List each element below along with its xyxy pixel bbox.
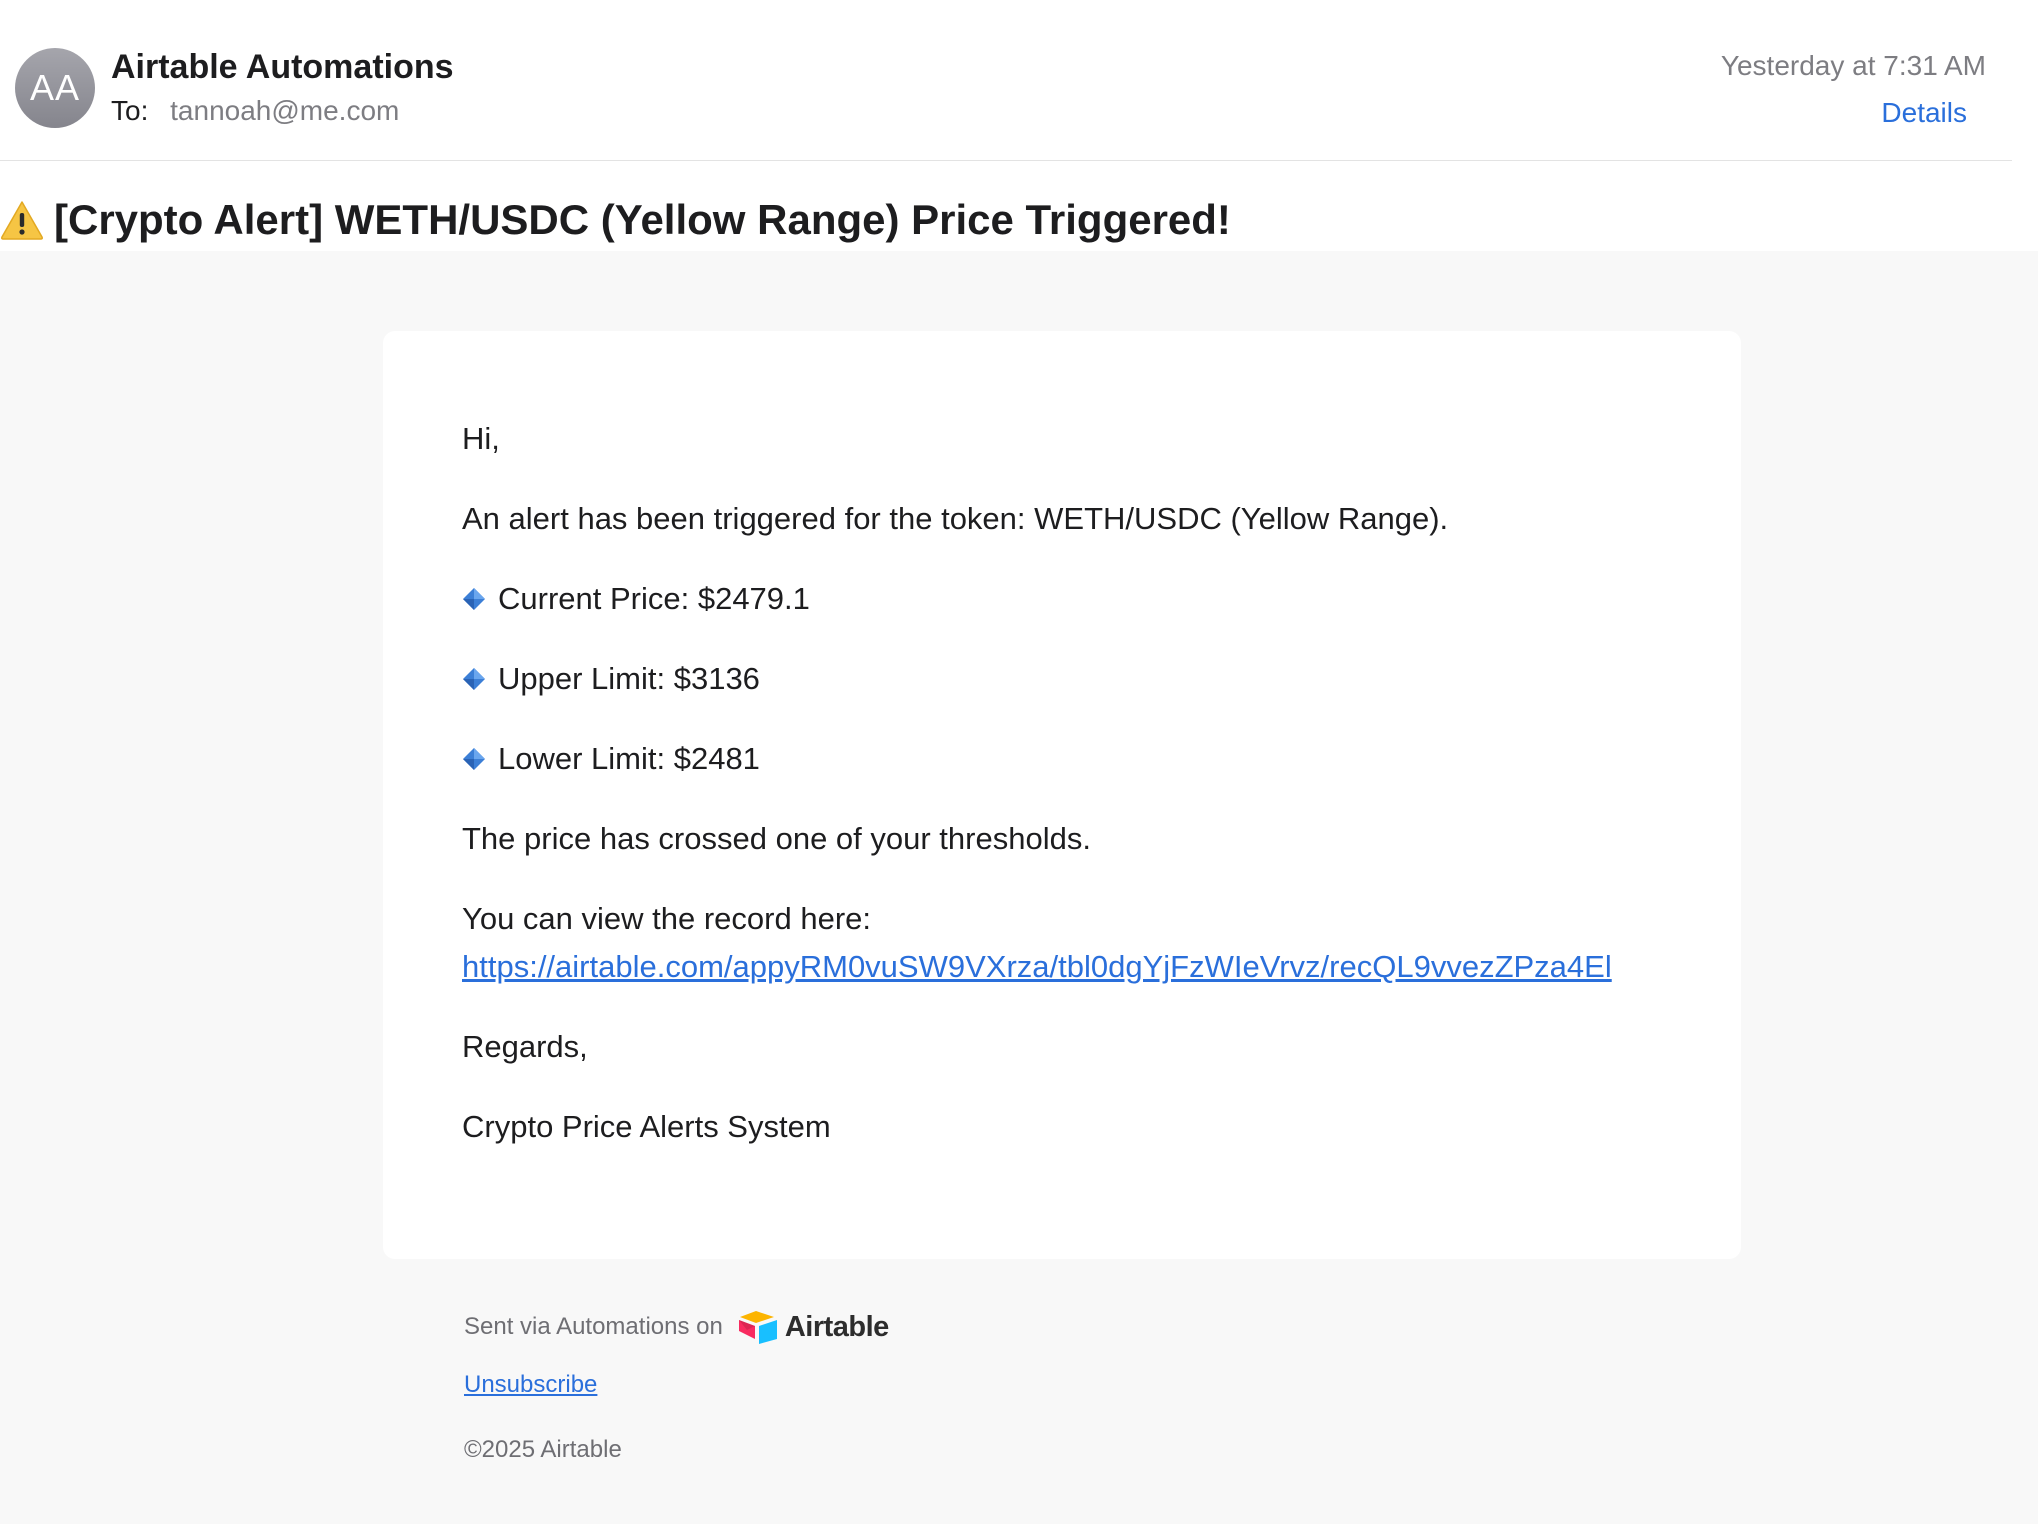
current-price: Current Price: $2479.1 <box>498 581 810 616</box>
details-link[interactable]: Details <box>1881 97 1967 129</box>
avatar: AA <box>15 48 95 128</box>
recipient-row: To: tannoah@me.com <box>111 95 399 127</box>
airtable-logo-icon <box>737 1309 779 1345</box>
airtable-brand: Airtable <box>784 1310 889 1343</box>
message-timestamp: Yesterday at 7:31 AM <box>1720 50 1986 81</box>
unsubscribe-link[interactable]: Unsubscribe <box>464 1371 597 1399</box>
upper-limit: Upper Limit: $3136 <box>498 661 760 696</box>
alert-line: An alert has been triggered for the toke… <box>462 501 1449 536</box>
blue-diamond-icon <box>462 737 486 770</box>
greeting: Hi, <box>462 421 500 456</box>
threshold-crossed-line: The price has crossed one of your thresh… <box>462 821 1091 856</box>
warning-icon <box>0 200 44 240</box>
message-subject: [Crypto Alert] WETH/USDC (Yellow Range) … <box>0 190 1231 250</box>
sent-via-row: Sent via Automations on Airtable <box>464 1309 889 1345</box>
record-url-row: https://airtable.com/appyRM0vuSW9VXrza/t… <box>462 943 1612 991</box>
lower-limit-row: Lower Limit: $2481 <box>462 735 760 783</box>
sent-via-text: Sent via Automations on <box>464 1313 723 1340</box>
current-price-row: Current Price: $2479.1 <box>462 575 810 623</box>
upper-limit-row: Upper Limit: $3136 <box>462 655 760 703</box>
record-link[interactable]: https://airtable.com/appyRM0vuSW9VXrza/t… <box>462 949 1612 984</box>
sender-name[interactable]: Airtable Automations <box>111 48 454 87</box>
lower-limit: Lower Limit: $2481 <box>498 741 760 776</box>
subject-text: [Crypto Alert] WETH/USDC (Yellow Range) … <box>54 196 1231 243</box>
blue-diamond-icon <box>462 577 486 610</box>
regards: Regards, <box>462 1029 588 1064</box>
email-card: Hi, An alert has been triggered for the … <box>383 331 1741 1259</box>
message-body: Hi, An alert has been triggered for the … <box>0 251 2038 1524</box>
blue-diamond-icon <box>462 657 486 690</box>
to-label: To: <box>111 95 149 126</box>
signature: Crypto Price Alerts System <box>462 1109 831 1144</box>
message-header: AA Airtable Automations To: tannoah@me.c… <box>0 0 2012 161</box>
avatar-initials: AA <box>29 67 81 108</box>
recipient-address[interactable]: tannoah@me.com <box>170 95 399 126</box>
view-record-line: You can view the record here: <box>462 901 871 936</box>
copyright: ©2025 Airtable <box>464 1436 622 1463</box>
